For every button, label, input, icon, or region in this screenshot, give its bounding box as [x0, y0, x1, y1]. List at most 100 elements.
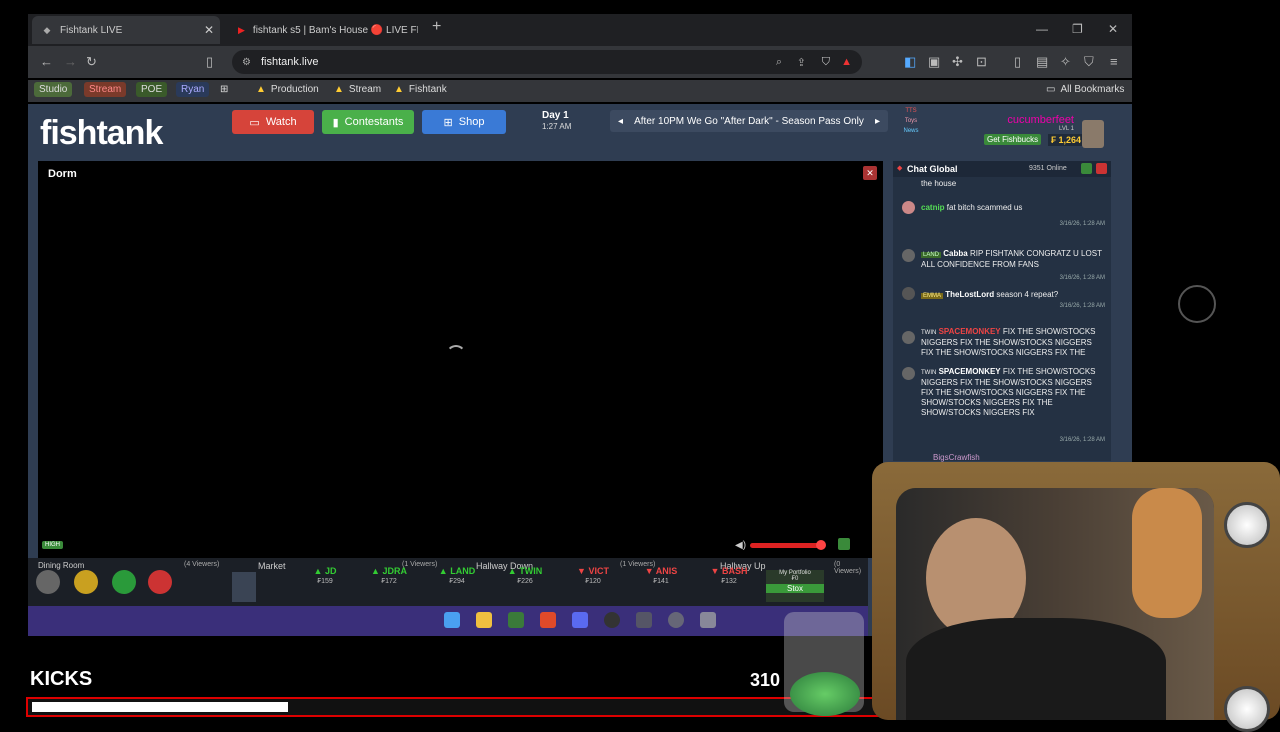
chevron-right-icon[interactable]: ▸: [875, 116, 880, 127]
leo-icon[interactable]: ✧: [1060, 54, 1071, 70]
file-explorer-icon[interactable]: [476, 612, 492, 628]
tv-knob-icon: [1224, 686, 1270, 732]
apps-grid-icon[interactable]: ⊞: [220, 84, 228, 95]
chevron-left-icon[interactable]: ◂: [618, 116, 623, 127]
stock-jd[interactable]: ▲ JD ₣159: [298, 566, 352, 585]
back-icon[interactable]: ←: [40, 54, 53, 69]
menu-icon[interactable]: ≡: [1110, 54, 1118, 69]
chat-edit-icon[interactable]: [1081, 163, 1092, 174]
drive-icon: ▲: [394, 84, 404, 95]
chat-user[interactable]: Cabba: [943, 249, 967, 258]
quality-badge[interactable]: HIGH: [42, 541, 63, 549]
windows-start-icon[interactable]: [444, 612, 460, 628]
spreadsheet-icon[interactable]: [508, 612, 524, 628]
chat-user[interactable]: SPACEMONKEY: [939, 327, 1001, 336]
wallet-icon[interactable]: ▤: [1036, 54, 1048, 70]
volume-handle[interactable]: [816, 540, 826, 550]
tab-youtube[interactable]: ▶ fishtank s5 | Bam's House 🔴 LIVE FE: [228, 16, 418, 44]
room-viewers: (0 Viewers): [834, 561, 862, 575]
bookmark-studio[interactable]: Studio: [34, 82, 73, 97]
volume-icon[interactable]: ◀): [735, 540, 746, 551]
goal-label: KICKS: [30, 668, 93, 690]
folder-icon: ▭: [1046, 84, 1056, 95]
stock-anis[interactable]: ▼ ANIS ₣141: [634, 566, 688, 585]
brave-rewards-icon[interactable]: ▲: [841, 56, 852, 68]
drive-icon: ▲: [334, 84, 344, 95]
settings-icon[interactable]: [700, 612, 716, 628]
green-bubble-graphic: [790, 672, 860, 716]
address-toolbar: ← → ↻ ▯ ⚙ fishtank.live ⌕ ⇪ ⛉ ▲ ◧ ▣ ✣ ⊡ …: [28, 46, 1132, 78]
mute-icon[interactable]: [148, 570, 172, 594]
bookmark-fishtank[interactable]: ▲ Fishtank: [394, 84, 447, 95]
bookmark-production[interactable]: ▲ Production: [256, 84, 319, 95]
obs-icon[interactable]: [604, 612, 620, 628]
all-bookmarks-button[interactable]: ▭ All Bookmarks: [1046, 84, 1124, 95]
video-player[interactable]: Dorm ✕ HIGH ◀): [38, 161, 883, 558]
chat-close-icon[interactable]: [1096, 163, 1107, 174]
contestants-button[interactable]: ▮ Contestants: [322, 110, 414, 134]
extension-icon[interactable]: ◧: [904, 54, 916, 70]
fullscreen-icon[interactable]: [838, 538, 850, 550]
volume-slider[interactable]: [750, 543, 822, 548]
announcement-banner[interactable]: ◂ After 10PM We Go "After Dark" - Season…: [610, 110, 888, 132]
reload-icon[interactable]: ↻: [86, 54, 97, 70]
brave-shield-icon[interactable]: ⛉: [822, 56, 830, 69]
app-icon[interactable]: [668, 612, 684, 628]
avatar[interactable]: [1082, 120, 1104, 148]
trash-icon[interactable]: [112, 570, 136, 594]
close-icon[interactable]: ✕: [863, 166, 877, 180]
room-tab-market[interactable]: Market: [258, 561, 286, 571]
bookmark-ryan[interactable]: Ryan: [176, 82, 210, 97]
coin-icon[interactable]: [74, 570, 98, 594]
stock-twin[interactable]: ▲ TWIN ₣226: [498, 566, 552, 585]
username[interactable]: cucumberfeet: [1007, 114, 1074, 126]
site-info-icon[interactable]: ⚙: [242, 57, 251, 68]
toys-link[interactable]: Toys: [898, 116, 924, 126]
shop-button[interactable]: ⊞ Shop: [422, 110, 506, 134]
chat-timestamp: 3/16/26, 1:28 AM: [1059, 275, 1105, 281]
stock-vict[interactable]: ▼ VICT ₣120: [566, 566, 620, 585]
share-icon[interactable]: ⇪: [797, 56, 806, 69]
news-link[interactable]: News: [898, 126, 924, 136]
forward-icon[interactable]: →: [64, 54, 77, 69]
watch-button[interactable]: ▭ Watch: [232, 110, 314, 134]
sidebar-icon[interactable]: ▯: [1014, 54, 1021, 70]
brave-browser-icon[interactable]: [540, 612, 556, 628]
bookmark-stream-folder[interactable]: ▲ Stream: [334, 84, 381, 95]
screenshot-icon[interactable]: ⊡: [976, 54, 987, 70]
zoom-icon[interactable]: ⌕: [776, 56, 782, 69]
tts-link[interactable]: TTS: [898, 106, 924, 116]
stock-jdra[interactable]: ▲ JDRA ₣172: [362, 566, 416, 585]
minimize-icon[interactable]: —: [1036, 22, 1048, 36]
chat-user[interactable]: catnip: [921, 203, 945, 212]
stock-bash[interactable]: ▼ BASH ₣132: [702, 566, 756, 585]
stox-button[interactable]: Stox: [766, 584, 824, 593]
vpn-icon[interactable]: ⛉: [1084, 54, 1094, 70]
app-icon[interactable]: [636, 612, 652, 628]
cart-icon: ⊞: [443, 116, 453, 129]
close-tab-icon[interactable]: ✕: [204, 23, 214, 37]
portfolio[interactable]: My Portfolio ₣0 Stox: [766, 570, 824, 602]
avatar: [902, 331, 915, 344]
bookmark-icon[interactable]: ▯: [206, 54, 213, 70]
online-count: 9351 Online: [1029, 165, 1067, 172]
bookmark-stream[interactable]: Stream: [84, 82, 127, 97]
room-tab-dining[interactable]: Dining Room: [38, 561, 84, 570]
tab-fishtank-live[interactable]: ◆ Fishtank LIVE ✕: [32, 16, 220, 44]
fishtank-favicon-icon: ◆: [43, 25, 51, 35]
extension-icon[interactable]: ▣: [928, 54, 940, 70]
retro-tv-frame: [872, 462, 1280, 732]
get-fishbucks-button[interactable]: Get Fishbucks: [984, 134, 1042, 145]
puzzle-icon[interactable]: ✣: [952, 54, 963, 70]
new-tab-button[interactable]: +: [432, 18, 441, 36]
close-window-icon[interactable]: ✕: [1108, 22, 1118, 36]
stock-land[interactable]: ▲ LAND ₣294: [430, 566, 484, 585]
chat-user[interactable]: SPACEMONKEY: [939, 367, 1001, 376]
url-bar[interactable]: ⚙ fishtank.live ⌕ ⇪ ⛉ ▲: [232, 50, 862, 74]
bookmark-poe[interactable]: POE: [136, 82, 168, 97]
discord-icon[interactable]: [572, 612, 588, 628]
restore-icon[interactable]: ❐: [1072, 22, 1083, 36]
settings-icon[interactable]: [36, 570, 60, 594]
day-label: Day 1: [542, 110, 569, 121]
chat-user[interactable]: TheLostLord: [945, 290, 994, 299]
